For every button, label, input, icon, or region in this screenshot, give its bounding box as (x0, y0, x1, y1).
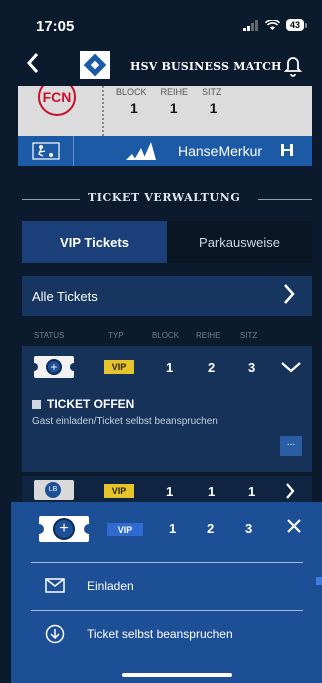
ticket-seat: 1 (248, 484, 256, 499)
back-button[interactable] (26, 52, 40, 79)
download-circle-icon (45, 624, 65, 644)
status-time: 17:05 (36, 18, 75, 35)
chevron-right-icon (284, 284, 295, 304)
claim-ticket-label: Ticket selbst beanspruchen (87, 627, 233, 641)
filter-label: Alle Tickets (32, 288, 98, 304)
col-row: REIHE (196, 331, 221, 340)
chevron-left-icon (26, 53, 39, 73)
ticket-row-open[interactable]: + VIP 1 2 3 TICKET OFFEN Gast einladen/T… (22, 346, 312, 472)
vip-badge: VIP (104, 484, 134, 498)
ticket-seat: 3 (248, 360, 256, 375)
wifi-icon (264, 19, 280, 30)
ticket-block: 1 (166, 360, 174, 375)
signal-icon (242, 19, 258, 31)
ticket-stub-icon: + (34, 516, 94, 542)
card-head-block: BLOCK (116, 87, 147, 97)
card-column-heads: BLOCK REIHE SITZ (116, 87, 222, 97)
edge-marker (316, 577, 322, 585)
chevron-right-icon[interactable] (284, 482, 296, 500)
vip-badge: VIP (104, 360, 134, 374)
card-head-seat: SITZ (202, 87, 222, 97)
col-type: TYP (108, 331, 124, 340)
sheet-row: 2 (207, 521, 215, 536)
app-header: HSV BUSINESS MATCH (0, 48, 322, 86)
vip-badge: VIP (107, 523, 143, 536)
hansemerkur-icon (281, 144, 293, 156)
battery-indicator: 43 (285, 19, 308, 31)
col-block: BLOCK (152, 331, 180, 340)
ticket-action-sheet: + VIP 1 2 3 Einladen Ticket selbst beans… (11, 502, 322, 683)
status-bar: 17:05 43 (0, 0, 322, 40)
tab-parkausweise[interactable]: Parkausweise (167, 221, 312, 263)
fcn-club-badge: FCN (38, 86, 76, 116)
ticket-stub-icon: + (30, 356, 78, 378)
tab-vip-tickets[interactable]: VIP Tickets (22, 221, 167, 263)
col-status: STATUS (34, 331, 65, 340)
bell-icon (283, 57, 303, 77)
card-head-row: REIHE (160, 87, 189, 97)
mail-icon (45, 578, 65, 593)
chevron-down-icon[interactable] (280, 360, 302, 374)
sponsor-bar: HanseMerkur (18, 136, 312, 166)
more-button[interactable]: ... (280, 436, 302, 456)
ticket-status-label: TICKET OFFEN (47, 397, 135, 411)
ticket-column-headers: STATUS TYP BLOCK REIHE SITZ (0, 331, 322, 343)
section-title-text: TICKET VERWALTUNG (88, 191, 241, 204)
divider (31, 610, 303, 611)
ticket-filter-dropdown[interactable]: Alle Tickets (22, 276, 312, 316)
col-seat: SITZ (240, 331, 258, 340)
card-values: 1 1 1 (130, 100, 217, 116)
divider (31, 562, 303, 563)
ticket-row-2[interactable]: LB VIP 1 1 1 (22, 476, 312, 502)
status-icons: 43 (242, 19, 308, 31)
ticket-tabs: VIP Tickets Parkausweise (22, 221, 312, 263)
notification-button[interactable] (282, 54, 304, 78)
ticket-status: TICKET OFFEN (32, 397, 134, 411)
card-value-row: 1 (169, 100, 178, 116)
card-value-block: 1 (130, 100, 138, 116)
claim-ticket-action[interactable]: Ticket selbst beanspruchen (45, 624, 233, 644)
hansemerkur-logo: HanseMerkur (178, 143, 263, 159)
ticket-row: 1 (208, 484, 216, 499)
ticket-row: 2 (208, 360, 216, 375)
adidas-logo (126, 142, 156, 160)
hsv-logo (80, 51, 110, 79)
ticket-card: FCN BLOCK REIHE SITZ 1 1 1 (18, 86, 312, 136)
ticket-stub-icon: LB (34, 480, 74, 500)
ticket-description: Gast einladen/Ticket selbst beanspruchen (32, 416, 218, 427)
section-title: TICKET VERWALTUNG (0, 190, 322, 210)
close-icon (287, 519, 301, 533)
close-button[interactable] (286, 516, 302, 538)
sheet-block: 1 (169, 521, 177, 536)
soccer-player-icon (18, 136, 74, 166)
card-value-seat: 1 (209, 100, 218, 116)
card-divider (102, 86, 104, 136)
invite-label: Einladen (87, 578, 134, 593)
invite-action[interactable]: Einladen (45, 578, 134, 593)
ticket-block: 1 (166, 484, 174, 499)
sheet-seat: 3 (245, 521, 253, 536)
home-indicator (122, 673, 232, 677)
page-title: HSV BUSINESS MATCH (130, 60, 282, 73)
